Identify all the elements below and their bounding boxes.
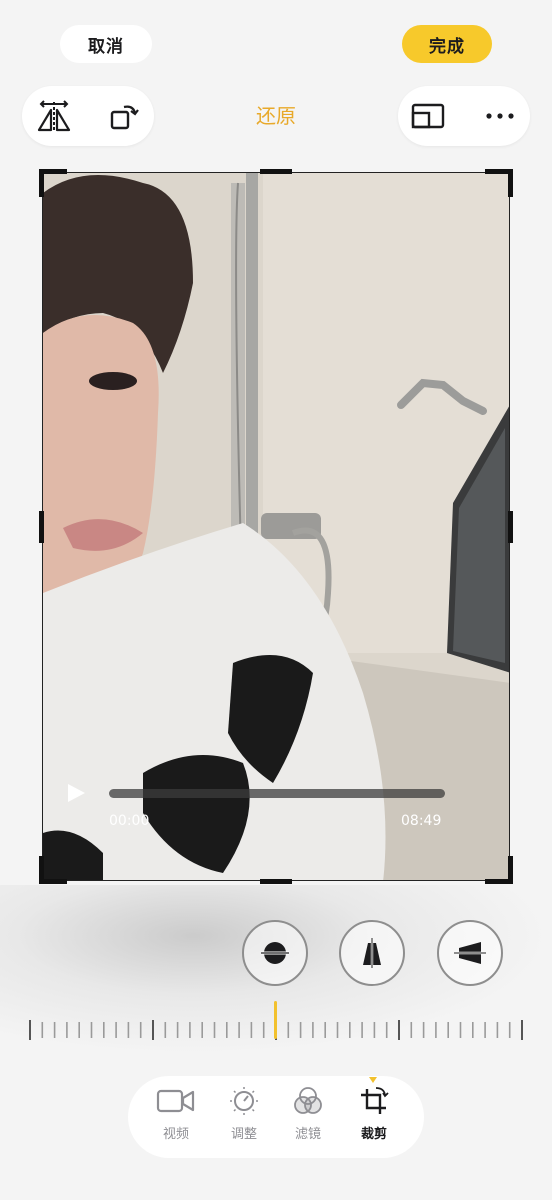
reset-button[interactable]: 还原	[226, 100, 326, 129]
tab-adjust[interactable]: 调整	[216, 1086, 272, 1142]
filters-icon	[294, 1087, 322, 1114]
crop-rotate-icon	[361, 1087, 389, 1114]
crop-handle-bottom[interactable]	[260, 879, 292, 884]
tab-crop[interactable]: 裁剪	[346, 1086, 402, 1142]
video-camera-icon	[156, 1089, 195, 1113]
vertical-perspective-icon	[363, 938, 381, 968]
edit-mode-tabbar: 视频 调整 滤镜 裁剪	[128, 1076, 424, 1158]
straighten-icon	[261, 942, 289, 964]
crop-handle-left[interactable]	[39, 511, 44, 543]
horizontal-perspective-icon	[454, 942, 486, 964]
more-icon[interactable]	[476, 92, 524, 140]
crop-handle-top[interactable]	[260, 169, 292, 174]
duration-time: 08:49	[401, 813, 442, 829]
play-button[interactable]	[65, 782, 87, 808]
crop-handle-bottom-right-v[interactable]	[508, 856, 513, 884]
tab-filters[interactable]: 滤镜	[280, 1086, 336, 1142]
straighten-button[interactable]	[242, 920, 308, 986]
rotate-icon[interactable]	[100, 92, 148, 140]
crop-handle-bottom-left-v[interactable]	[39, 856, 44, 884]
horizontal-perspective-button[interactable]	[437, 920, 503, 986]
aspect-ratio-icon[interactable]	[404, 92, 452, 140]
adjust-dial-icon	[230, 1087, 258, 1115]
done-button[interactable]: 完成	[402, 25, 492, 63]
active-tab-indicator	[369, 1077, 377, 1083]
crop-handle-top-right-v[interactable]	[508, 169, 513, 197]
video-preview[interactable]: 00:00 08:49	[42, 172, 510, 881]
tab-video-label: 视频	[162, 1127, 189, 1142]
crop-handle-top-left-v[interactable]	[39, 169, 44, 197]
video-scrubber[interactable]	[109, 789, 445, 798]
crop-handle-right[interactable]	[508, 511, 513, 543]
vertical-perspective-button[interactable]	[339, 920, 405, 986]
tab-crop-label: 裁剪	[360, 1127, 387, 1142]
current-time: 00:00	[109, 813, 150, 829]
cancel-button[interactable]: 取消	[60, 25, 152, 63]
flip-horizontal-icon[interactable]	[30, 92, 78, 140]
ruler-indicator	[274, 1001, 277, 1039]
tab-filters-label: 滤镜	[294, 1127, 321, 1142]
tab-video[interactable]: 视频	[148, 1086, 204, 1142]
tab-adjust-label: 调整	[230, 1127, 257, 1142]
video-frame-image	[43, 173, 509, 880]
